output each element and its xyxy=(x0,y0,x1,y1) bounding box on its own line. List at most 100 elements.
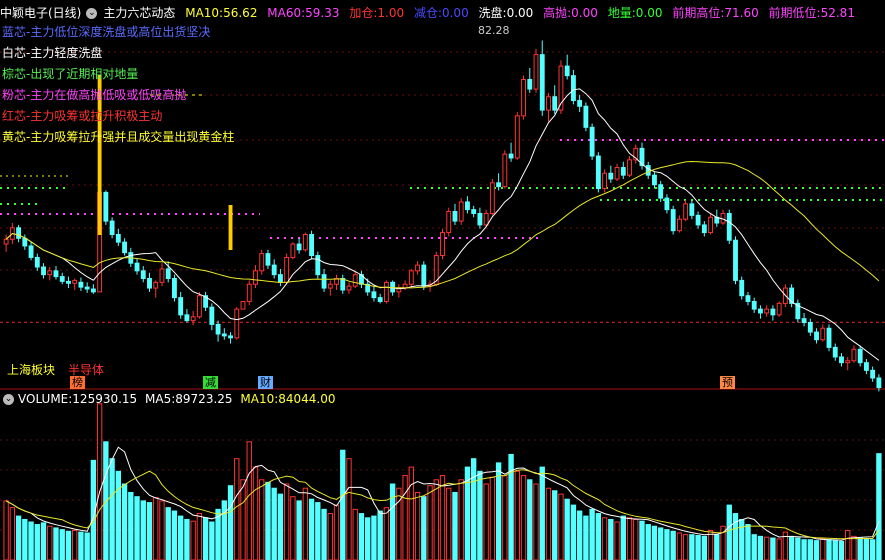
qiqidiwei-value: 52.81 xyxy=(820,6,855,20)
volume-bar xyxy=(371,515,377,560)
volume-bar xyxy=(209,521,215,560)
volume-bar xyxy=(252,466,259,560)
volume-bar xyxy=(776,538,782,560)
candle-body xyxy=(178,297,184,316)
volume-bar xyxy=(801,539,807,560)
volume-bar xyxy=(240,479,246,560)
volume-bar xyxy=(620,515,626,560)
volume-bar xyxy=(59,529,65,560)
candle-body xyxy=(271,264,277,276)
candle-body xyxy=(47,270,53,276)
gaopao-value: 0.00 xyxy=(571,6,598,20)
volume-bar xyxy=(570,504,577,560)
candle-body xyxy=(857,348,863,364)
volume-bar xyxy=(259,479,265,560)
volume-bar xyxy=(533,483,539,560)
volume-bar xyxy=(358,513,365,560)
candle-body xyxy=(383,281,389,302)
candle-body xyxy=(652,174,657,186)
tag-jian[interactable]: 减 xyxy=(203,376,218,389)
volume-bar xyxy=(221,500,227,560)
qiqigaowei-value: 71.60 xyxy=(724,6,759,20)
volume-bar xyxy=(520,475,527,560)
candle-body xyxy=(683,203,689,220)
volume-bar xyxy=(47,525,53,560)
qiqidiwei-label: 前期低位: xyxy=(768,6,821,20)
candle-body xyxy=(851,348,857,362)
candle-body xyxy=(246,283,252,302)
vol-ma10-label: MA10: xyxy=(240,392,279,406)
qiqigaowei-label: 前期高位: xyxy=(672,6,725,20)
candle-body xyxy=(764,308,770,314)
legend-white: 白芯-主力轻度洗盘 xyxy=(2,46,103,60)
volume-bar xyxy=(807,539,813,560)
candle-body xyxy=(595,155,601,190)
volume-bar xyxy=(439,475,446,560)
volume-bar xyxy=(477,470,483,560)
volume-bar xyxy=(234,458,240,560)
candle-body xyxy=(22,237,28,247)
volume-bar xyxy=(633,518,639,560)
candle-body xyxy=(776,302,782,316)
candle-body xyxy=(66,280,71,284)
xipan-value: 0.00 xyxy=(506,6,534,20)
volume-bar xyxy=(265,481,271,560)
candle-body xyxy=(870,369,876,379)
indicator-name[interactable]: 主力六芯动态 xyxy=(103,6,175,20)
candle-body xyxy=(315,255,321,276)
volume-bar xyxy=(78,531,84,560)
candle-body xyxy=(415,264,420,272)
candle-body xyxy=(234,308,240,339)
candle-body xyxy=(758,308,763,314)
candle-body xyxy=(253,270,258,285)
candle-body xyxy=(876,377,882,389)
board-label[interactable]: 上海板块 xyxy=(7,362,55,378)
volume-bar xyxy=(96,403,103,560)
candle-body xyxy=(172,277,177,299)
volume-bar xyxy=(446,487,452,560)
ma10-label: MA10: xyxy=(185,6,224,20)
volume-bar xyxy=(595,513,602,560)
jiacang-value: 1.00 xyxy=(377,6,405,20)
volume-bar xyxy=(739,518,745,560)
tag-yu[interactable]: 预 xyxy=(720,376,735,389)
candle-body xyxy=(820,327,826,341)
volume-bar xyxy=(751,534,757,560)
tag-bang[interactable]: 榜 xyxy=(70,376,85,389)
volume-bar xyxy=(321,508,327,560)
chevron-down-icon[interactable]: ⌄ xyxy=(86,8,98,19)
volume-bar xyxy=(639,520,645,560)
volume-bar xyxy=(40,522,47,560)
ma60-value: 59.33 xyxy=(305,6,340,20)
volume-bar xyxy=(539,466,545,560)
candle-body xyxy=(153,281,159,289)
candle-body xyxy=(465,201,470,211)
volume-bar xyxy=(227,485,234,560)
vol-ma5-label: MA5: xyxy=(145,392,176,406)
volume-bar xyxy=(545,487,552,560)
candle-body xyxy=(801,318,807,324)
volume-bar xyxy=(458,479,464,560)
volume-bar xyxy=(514,470,520,560)
candle-body xyxy=(240,300,246,310)
volume-bar xyxy=(177,515,184,560)
candle-body xyxy=(583,105,589,128)
volume-bar xyxy=(352,508,358,560)
signal-legend: 蓝芯-主力低位深度洗盘或高位出货坚决 白芯-主力轻度洗盘 棕芯-出现了近期相对地… xyxy=(2,22,234,148)
volume-bar xyxy=(626,517,633,560)
volume-bar xyxy=(190,520,196,560)
candle-body xyxy=(59,276,65,282)
peak-price-label: 82.28 xyxy=(478,24,510,37)
candle-body xyxy=(689,203,695,216)
candle-body xyxy=(209,306,215,325)
volume-bar xyxy=(333,504,340,560)
tag-cai[interactable]: 财 xyxy=(258,376,273,389)
chevron-down-icon[interactable]: ⌄ xyxy=(3,394,14,405)
candle-body xyxy=(346,285,352,291)
stock-name[interactable]: 中颖电子(日线) xyxy=(0,6,81,20)
candle-body xyxy=(327,283,333,289)
candle-body xyxy=(458,201,464,222)
volume-bar xyxy=(165,507,171,560)
volume-bar xyxy=(658,527,664,560)
vol-ma5-value: 89723.25 xyxy=(175,392,233,406)
